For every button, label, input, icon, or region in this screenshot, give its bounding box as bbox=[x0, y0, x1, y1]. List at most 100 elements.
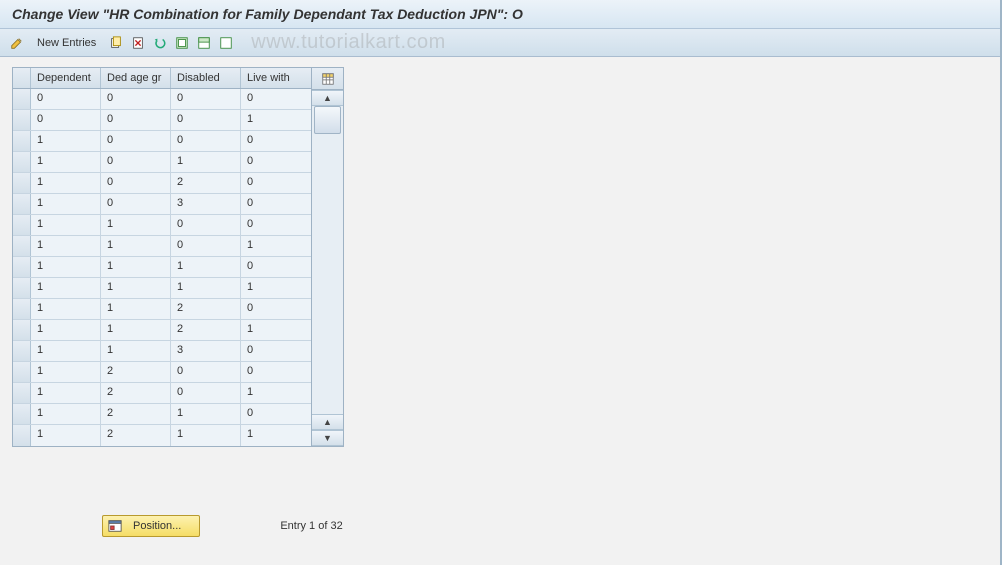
table-cell[interactable]: 0 bbox=[171, 236, 241, 256]
table-cell[interactable]: 1 bbox=[31, 404, 101, 424]
table-cell[interactable]: 1 bbox=[101, 278, 171, 298]
row-selector[interactable] bbox=[13, 131, 31, 151]
toggle-change-icon[interactable] bbox=[8, 34, 26, 52]
copy-as-icon[interactable] bbox=[107, 34, 125, 52]
row-selector[interactable] bbox=[13, 383, 31, 403]
table-cell[interactable]: 2 bbox=[101, 362, 171, 382]
table-cell[interactable]: 0 bbox=[241, 341, 311, 361]
table-cell[interactable]: 0 bbox=[241, 299, 311, 319]
table-cell[interactable]: 0 bbox=[241, 404, 311, 424]
undo-icon[interactable] bbox=[151, 34, 169, 52]
row-selector[interactable] bbox=[13, 110, 31, 130]
table-cell[interactable]: 1 bbox=[241, 383, 311, 403]
table-cell[interactable]: 1 bbox=[241, 320, 311, 340]
table-cell[interactable]: 0 bbox=[101, 131, 171, 151]
table-cell[interactable]: 0 bbox=[241, 215, 311, 235]
table-cell[interactable]: 0 bbox=[241, 362, 311, 382]
row-selector[interactable] bbox=[13, 320, 31, 340]
table-cell[interactable]: 1 bbox=[101, 341, 171, 361]
table-cell[interactable]: 1 bbox=[31, 341, 101, 361]
row-selector[interactable] bbox=[13, 236, 31, 256]
table-cell[interactable]: 1 bbox=[31, 236, 101, 256]
table-cell[interactable]: 1 bbox=[101, 320, 171, 340]
table-cell[interactable]: 1 bbox=[31, 194, 101, 214]
table-cell[interactable]: 1 bbox=[31, 131, 101, 151]
scroll-down-button[interactable]: ▼ bbox=[312, 430, 343, 446]
table-cell[interactable]: 1 bbox=[31, 278, 101, 298]
table-cell[interactable]: 1 bbox=[171, 404, 241, 424]
table-cell[interactable]: 2 bbox=[171, 299, 241, 319]
table-cell[interactable]: 1 bbox=[31, 215, 101, 235]
table-cell[interactable]: 1 bbox=[241, 236, 311, 256]
col-header-disabled[interactable]: Disabled bbox=[171, 68, 241, 88]
table-cell[interactable]: 2 bbox=[171, 320, 241, 340]
scroll-up-button[interactable]: ▲ bbox=[312, 90, 343, 106]
table-cell[interactable]: 0 bbox=[101, 152, 171, 172]
deselect-all-icon[interactable] bbox=[217, 34, 235, 52]
table-cell[interactable]: 1 bbox=[31, 173, 101, 193]
row-selector[interactable] bbox=[13, 173, 31, 193]
table-cell[interactable]: 0 bbox=[171, 110, 241, 130]
table-cell[interactable]: 1 bbox=[171, 152, 241, 172]
table-cell[interactable]: 1 bbox=[31, 383, 101, 403]
table-cell[interactable]: 2 bbox=[101, 404, 171, 424]
table-cell[interactable]: 1 bbox=[241, 278, 311, 298]
table-cell[interactable]: 0 bbox=[171, 383, 241, 403]
table-cell[interactable]: 0 bbox=[101, 89, 171, 109]
table-cell[interactable]: 1 bbox=[31, 257, 101, 277]
table-cell[interactable]: 0 bbox=[171, 89, 241, 109]
table-cell[interactable]: 1 bbox=[171, 425, 241, 446]
table-cell[interactable]: 0 bbox=[31, 89, 101, 109]
select-all-icon[interactable] bbox=[173, 34, 191, 52]
table-cell[interactable]: 1 bbox=[31, 362, 101, 382]
delete-icon[interactable] bbox=[129, 34, 147, 52]
scroll-down-small-button[interactable]: ▲ bbox=[312, 414, 343, 430]
col-header-dependent[interactable]: Dependent bbox=[31, 68, 101, 88]
table-cell[interactable]: 2 bbox=[171, 173, 241, 193]
table-cell[interactable]: 0 bbox=[241, 173, 311, 193]
table-cell[interactable]: 1 bbox=[101, 215, 171, 235]
select-block-icon[interactable] bbox=[195, 34, 213, 52]
row-selector[interactable] bbox=[13, 152, 31, 172]
table-cell[interactable]: 1 bbox=[31, 299, 101, 319]
table-cell[interactable]: 1 bbox=[101, 236, 171, 256]
col-header-live-with[interactable]: Live with bbox=[241, 68, 311, 88]
table-cell[interactable]: 1 bbox=[101, 257, 171, 277]
row-selector[interactable] bbox=[13, 425, 31, 446]
col-header-ded-age-gr[interactable]: Ded age gr bbox=[101, 68, 171, 88]
table-cell[interactable]: 0 bbox=[101, 173, 171, 193]
row-selector[interactable] bbox=[13, 89, 31, 109]
row-selector[interactable] bbox=[13, 278, 31, 298]
table-cell[interactable]: 3 bbox=[171, 194, 241, 214]
table-cell[interactable]: 0 bbox=[171, 362, 241, 382]
table-cell[interactable]: 2 bbox=[101, 383, 171, 403]
table-cell[interactable]: 0 bbox=[241, 152, 311, 172]
row-selector[interactable] bbox=[13, 194, 31, 214]
row-selector[interactable] bbox=[13, 341, 31, 361]
table-cell[interactable]: 1 bbox=[171, 278, 241, 298]
table-cell[interactable]: 1 bbox=[101, 299, 171, 319]
table-cell[interactable]: 1 bbox=[31, 152, 101, 172]
row-selector[interactable] bbox=[13, 362, 31, 382]
table-settings-icon[interactable] bbox=[312, 68, 343, 90]
scroll-thumb[interactable] bbox=[314, 106, 341, 134]
table-cell[interactable]: 0 bbox=[31, 110, 101, 130]
row-selector-header[interactable] bbox=[13, 68, 31, 88]
table-cell[interactable]: 1 bbox=[241, 110, 311, 130]
position-button[interactable]: Position... bbox=[102, 515, 200, 537]
table-cell[interactable]: 0 bbox=[241, 131, 311, 151]
table-cell[interactable]: 0 bbox=[241, 89, 311, 109]
row-selector[interactable] bbox=[13, 257, 31, 277]
row-selector[interactable] bbox=[13, 404, 31, 424]
table-cell[interactable]: 1 bbox=[31, 425, 101, 446]
table-cell[interactable]: 1 bbox=[241, 425, 311, 446]
table-cell[interactable]: 0 bbox=[241, 257, 311, 277]
new-entries-button[interactable]: New Entries bbox=[30, 34, 103, 52]
table-cell[interactable]: 3 bbox=[171, 341, 241, 361]
table-cell[interactable]: 1 bbox=[31, 320, 101, 340]
scroll-track[interactable] bbox=[312, 106, 343, 414]
vertical-scrollbar[interactable]: ▲ ▲ ▼ bbox=[312, 90, 343, 446]
table-cell[interactable]: 1 bbox=[171, 257, 241, 277]
table-cell[interactable]: 2 bbox=[101, 425, 171, 446]
row-selector[interactable] bbox=[13, 299, 31, 319]
